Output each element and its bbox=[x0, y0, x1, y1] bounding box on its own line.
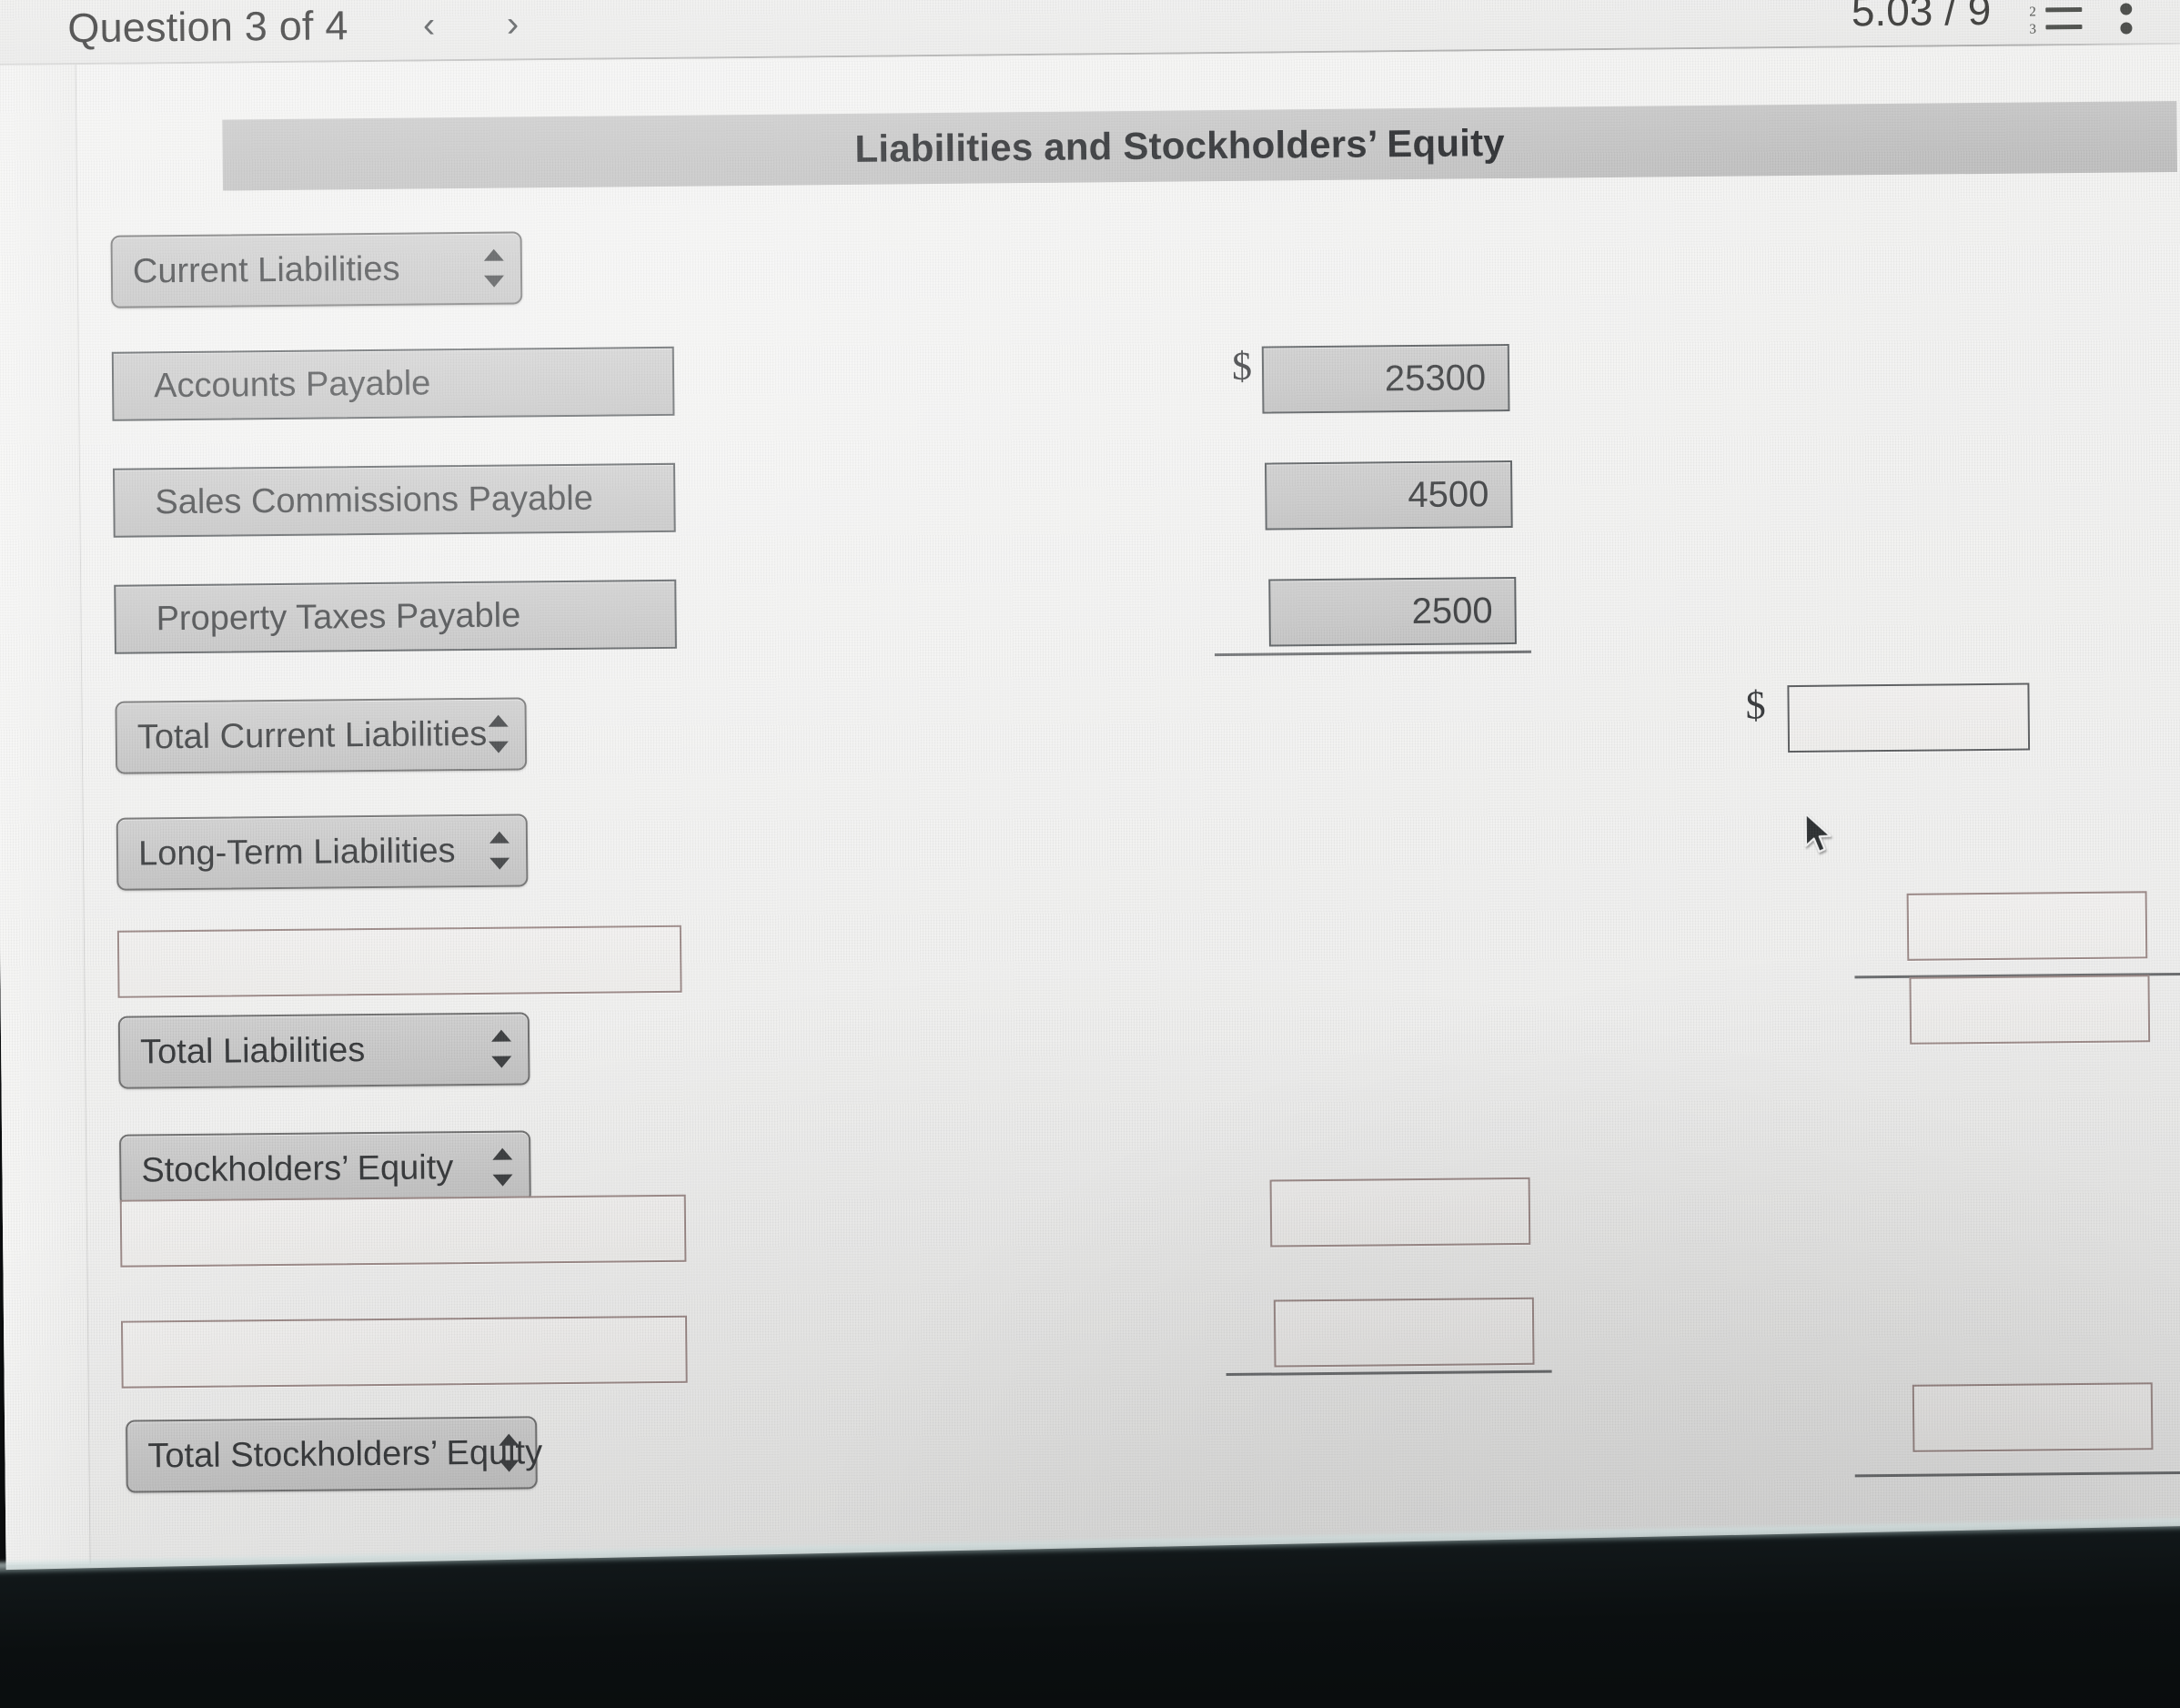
select-total-current-liabilities[interactable]: Total Current Liabilities bbox=[115, 697, 528, 774]
amount-equity-entry-1[interactable] bbox=[1269, 1177, 1531, 1248]
menu-dot-3 bbox=[2120, 22, 2133, 35]
dollar-sign-accounts-payable: $ bbox=[1231, 343, 1253, 389]
select-long-term-liabilities[interactable]: Long-Term Liabilities bbox=[116, 814, 529, 891]
input-long-term-liability-entry[interactable] bbox=[116, 925, 682, 998]
amount-value: 4500 bbox=[1408, 473, 1489, 515]
balance-sheet-panel: Liabilities and Stockholders’ Equity Cur… bbox=[76, 44, 2180, 1565]
input-equity-entry-2[interactable] bbox=[120, 1315, 688, 1389]
amount-equity-entry-2[interactable] bbox=[1273, 1297, 1535, 1368]
left-margin-panel bbox=[0, 65, 91, 1565]
subtotal-rule-current-liabilities bbox=[1215, 650, 1532, 657]
list-line-2 bbox=[2045, 6, 2083, 13]
select-label: Total Current Liabilities bbox=[136, 714, 488, 756]
arrow-up-icon bbox=[499, 1433, 520, 1446]
amount-value: 2500 bbox=[1411, 590, 1493, 632]
list-number-1: 1 bbox=[2029, 0, 2036, 2]
arrow-up-icon bbox=[492, 1147, 513, 1160]
arrow-down-icon bbox=[488, 741, 510, 753]
photographed-screen: Question 3 of 4 ‹ › 5.03 / 9 1 2 3 bbox=[0, 0, 2180, 1708]
amount-total-liabilities[interactable] bbox=[1909, 975, 2151, 1045]
select-label: Stockholders’ Equity bbox=[141, 1147, 454, 1189]
select-label: Current Liabilities bbox=[132, 249, 400, 291]
arrow-down-icon bbox=[492, 1174, 513, 1187]
stepper-arrows-icon[interactable] bbox=[483, 248, 505, 289]
section-banner: Liabilities and Stockholders’ Equity bbox=[222, 100, 2177, 191]
select-current-liabilities[interactable]: Current Liabilities bbox=[110, 231, 523, 308]
arrow-down-icon bbox=[489, 857, 510, 870]
numbered-list-icon[interactable]: 1 2 3 bbox=[2029, 0, 2083, 36]
input-value: Accounts Payable bbox=[153, 363, 431, 405]
amount-value: 25300 bbox=[1384, 357, 1487, 399]
stepper-arrows-icon[interactable] bbox=[489, 830, 510, 872]
menu-dot-2 bbox=[2120, 3, 2133, 15]
arrow-down-icon bbox=[491, 1056, 512, 1068]
stepper-arrows-icon[interactable] bbox=[488, 713, 510, 755]
lcd-surface: Question 3 of 4 ‹ › 5.03 / 9 1 2 3 bbox=[0, 0, 2180, 1623]
arrow-up-icon bbox=[483, 248, 504, 261]
score-display: 5.03 / 9 bbox=[1851, 0, 1992, 35]
amount-accounts-payable[interactable]: 25300 bbox=[1261, 343, 1510, 414]
stepper-arrows-icon[interactable] bbox=[492, 1147, 513, 1188]
select-label: Total Stockholders’ Equity bbox=[147, 1432, 543, 1475]
list-number-2: 2 bbox=[2029, 5, 2036, 20]
amount-long-term-liability-entry[interactable] bbox=[1906, 891, 2148, 961]
top-toolbar-right: 5.03 / 9 1 2 3 bbox=[1852, 0, 2180, 37]
amount-total-current-liabilities[interactable] bbox=[1787, 682, 2031, 753]
amount-sales-commissions-payable[interactable]: 4500 bbox=[1265, 460, 1513, 531]
quiz-application: Question 3 of 4 ‹ › 5.03 / 9 1 2 3 bbox=[0, 0, 2180, 1623]
input-equity-entry-1[interactable] bbox=[119, 1194, 687, 1268]
dollar-sign-total-current-liabilities: $ bbox=[1745, 682, 1766, 728]
amount-total-stockholders-equity[interactable] bbox=[1912, 1382, 2154, 1452]
select-label: Long-Term Liabilities bbox=[137, 831, 456, 873]
input-value: Property Taxes Payable bbox=[156, 595, 521, 638]
input-accounts-payable[interactable]: Accounts Payable bbox=[111, 346, 675, 421]
page-title: Liabilities and Stockholders’ Equity bbox=[854, 121, 1506, 170]
input-value: Sales Commissions Payable bbox=[155, 479, 594, 521]
amount-property-taxes-payable[interactable]: 2500 bbox=[1268, 576, 1517, 647]
stepper-arrows-icon[interactable] bbox=[499, 1432, 520, 1474]
arrow-up-icon bbox=[489, 831, 510, 844]
three-dot-menu-icon[interactable] bbox=[2120, 0, 2135, 35]
total-rule-stockholders-equity bbox=[1854, 1470, 2180, 1478]
stepper-arrows-icon[interactable] bbox=[490, 1028, 512, 1070]
select-total-liabilities[interactable]: Total Liabilities bbox=[117, 1012, 530, 1089]
select-total-stockholders-equity[interactable]: Total Stockholders’ Equity bbox=[126, 1416, 542, 1493]
mouse-pointer-icon bbox=[1804, 813, 1832, 854]
chevron-right-icon[interactable]: › bbox=[484, 4, 540, 44]
input-property-taxes-payable[interactable]: Property Taxes Payable bbox=[114, 579, 677, 654]
arrow-up-icon bbox=[488, 714, 509, 727]
arrow-down-icon bbox=[483, 275, 505, 288]
list-number-3: 3 bbox=[2029, 22, 2037, 37]
arrow-up-icon bbox=[490, 1029, 512, 1042]
question-counter: Question 3 of 4 bbox=[67, 2, 348, 52]
select-label: Total Liabilities bbox=[139, 1030, 366, 1071]
list-line-3 bbox=[2045, 24, 2083, 30]
input-sales-commissions-payable[interactable]: Sales Commissions Payable bbox=[113, 462, 676, 538]
arrow-down-icon bbox=[499, 1460, 520, 1472]
subtotal-rule-stockholders-equity bbox=[1226, 1369, 1552, 1377]
chevron-left-icon[interactable]: ‹ bbox=[400, 5, 457, 45]
